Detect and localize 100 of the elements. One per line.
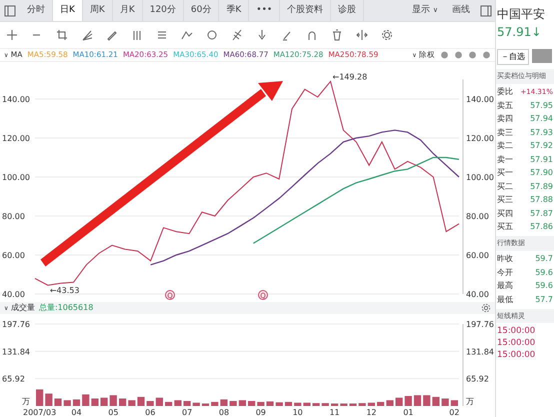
- volume-bar: [423, 395, 430, 406]
- circle-button-icon[interactable]: [440, 49, 449, 61]
- down-arrow-icon[interactable]: [256, 29, 268, 41]
- order-label: 买四: [497, 208, 513, 220]
- volume-bar: [54, 398, 62, 406]
- order-label: 买五: [497, 221, 513, 234]
- draw-button[interactable]: 画线: [445, 0, 477, 21]
- resize-icon[interactable]: [356, 29, 368, 41]
- volume-bar: [322, 403, 329, 406]
- magnet-icon[interactable]: [306, 29, 318, 41]
- axis-label: 140.00: [466, 95, 494, 104]
- tab[interactable]: 日K: [53, 0, 83, 21]
- axis-label: 04: [71, 408, 82, 416]
- tab[interactable]: 诊股: [331, 0, 364, 21]
- volume-bar: [396, 398, 403, 406]
- panel-icon[interactable]: [480, 5, 492, 17]
- order-price: 57.94: [530, 113, 553, 126]
- axis-label: 07: [182, 408, 192, 416]
- crop-icon[interactable]: [56, 29, 68, 41]
- order-label: 卖一: [497, 154, 513, 166]
- tab[interactable]: 季K: [219, 0, 250, 21]
- volume-bar: [174, 400, 182, 406]
- fork-icon[interactable]: [231, 29, 243, 41]
- volume-bar: [331, 404, 338, 406]
- axis-label: 100.00: [466, 173, 494, 182]
- volume-bar: [368, 402, 375, 406]
- panel-icon[interactable]: [4, 5, 16, 17]
- tab[interactable]: 60分: [184, 0, 220, 21]
- axis-label: 02: [449, 408, 460, 416]
- volume-bar: [442, 398, 449, 406]
- toggle-button[interactable]: [532, 49, 552, 63]
- volume-bar: [128, 400, 136, 406]
- volume-bar: [119, 398, 126, 406]
- axis-label: 80.00: [2, 212, 25, 221]
- circle-button-icon[interactable]: [468, 49, 477, 61]
- price-annotation: ←149.28: [332, 72, 368, 82]
- pen-icon[interactable]: [106, 29, 118, 41]
- tab[interactable]: 120分: [142, 0, 184, 21]
- axis-label: 01: [403, 408, 414, 416]
- axis-label: 65.92: [2, 374, 25, 384]
- order-label: 买三: [497, 194, 513, 206]
- stock-name: 中国平安: [496, 6, 546, 23]
- volume-bar: [220, 399, 228, 406]
- order-price: 57.91: [530, 154, 553, 166]
- order-label: 卖四: [497, 113, 513, 126]
- axis-label: 197.76: [466, 320, 494, 329]
- quote-label: 今开: [497, 266, 513, 279]
- fan-icon[interactable]: [81, 29, 93, 41]
- tab[interactable]: 周K: [82, 0, 113, 21]
- bars-icon[interactable]: [131, 29, 143, 41]
- quote-label: 昨收: [497, 253, 513, 266]
- tab[interactable]: 月K: [112, 0, 143, 21]
- circle-icon[interactable]: [206, 29, 218, 41]
- quote-value: 59.6: [535, 280, 553, 292]
- order-price: 57.88: [530, 194, 553, 206]
- axis-label: 197.76: [2, 320, 30, 329]
- volume-bar: [146, 401, 154, 406]
- tab[interactable]: 个股资料: [280, 0, 332, 21]
- axis-label: 120.00: [466, 134, 494, 143]
- order-price: 57.86: [530, 221, 553, 234]
- axis-label: 09: [256, 408, 266, 416]
- order-price: 57.93: [530, 126, 553, 139]
- watchlist-button[interactable]: －自选: [497, 49, 529, 65]
- axis-label: 12: [366, 408, 377, 416]
- axis-label: 2007/03: [23, 408, 56, 416]
- axis-label: 140.00: [2, 95, 30, 104]
- lines-icon[interactable]: [156, 29, 168, 41]
- volume-bar: [340, 404, 348, 406]
- volume-bar: [72, 399, 80, 406]
- axis-label: 65.92: [466, 374, 489, 384]
- tab[interactable]: •••: [249, 0, 280, 21]
- axis-label: 120.00: [2, 134, 30, 143]
- crosshair-icon[interactable]: [6, 29, 18, 41]
- order-price: 57.87: [530, 208, 553, 220]
- volume-bar: [266, 401, 274, 406]
- volume-bar: [276, 402, 283, 406]
- trash-icon[interactable]: [331, 29, 343, 41]
- volume-bar: [450, 400, 458, 406]
- circle-button-icon[interactable]: [454, 49, 463, 61]
- quote-value: 59.7: [535, 253, 553, 266]
- axis-label: 60.00: [2, 251, 25, 260]
- volume-bar: [404, 396, 412, 406]
- volume-bar: [100, 398, 108, 406]
- axis-label: 60.00: [466, 251, 489, 260]
- volume-bar: [238, 400, 246, 406]
- volume-bar: [386, 400, 394, 406]
- volume-bar: [45, 394, 52, 406]
- axis-label: 131.84: [2, 347, 30, 356]
- pencil-icon[interactable]: [281, 29, 293, 41]
- volume-bar: [64, 400, 71, 406]
- volume-bar: [156, 398, 163, 406]
- axis-label: 08: [218, 408, 230, 416]
- ratio-label: 委比: [497, 86, 513, 98]
- wave-icon[interactable]: [181, 29, 193, 41]
- axis-label: 40.00: [466, 290, 489, 299]
- volume-bar: [312, 403, 320, 406]
- order-label: 卖二: [497, 140, 513, 152]
- volume-bar: [230, 401, 237, 406]
- volume-bar: [184, 401, 191, 406]
- order-label: 卖三: [497, 126, 513, 139]
